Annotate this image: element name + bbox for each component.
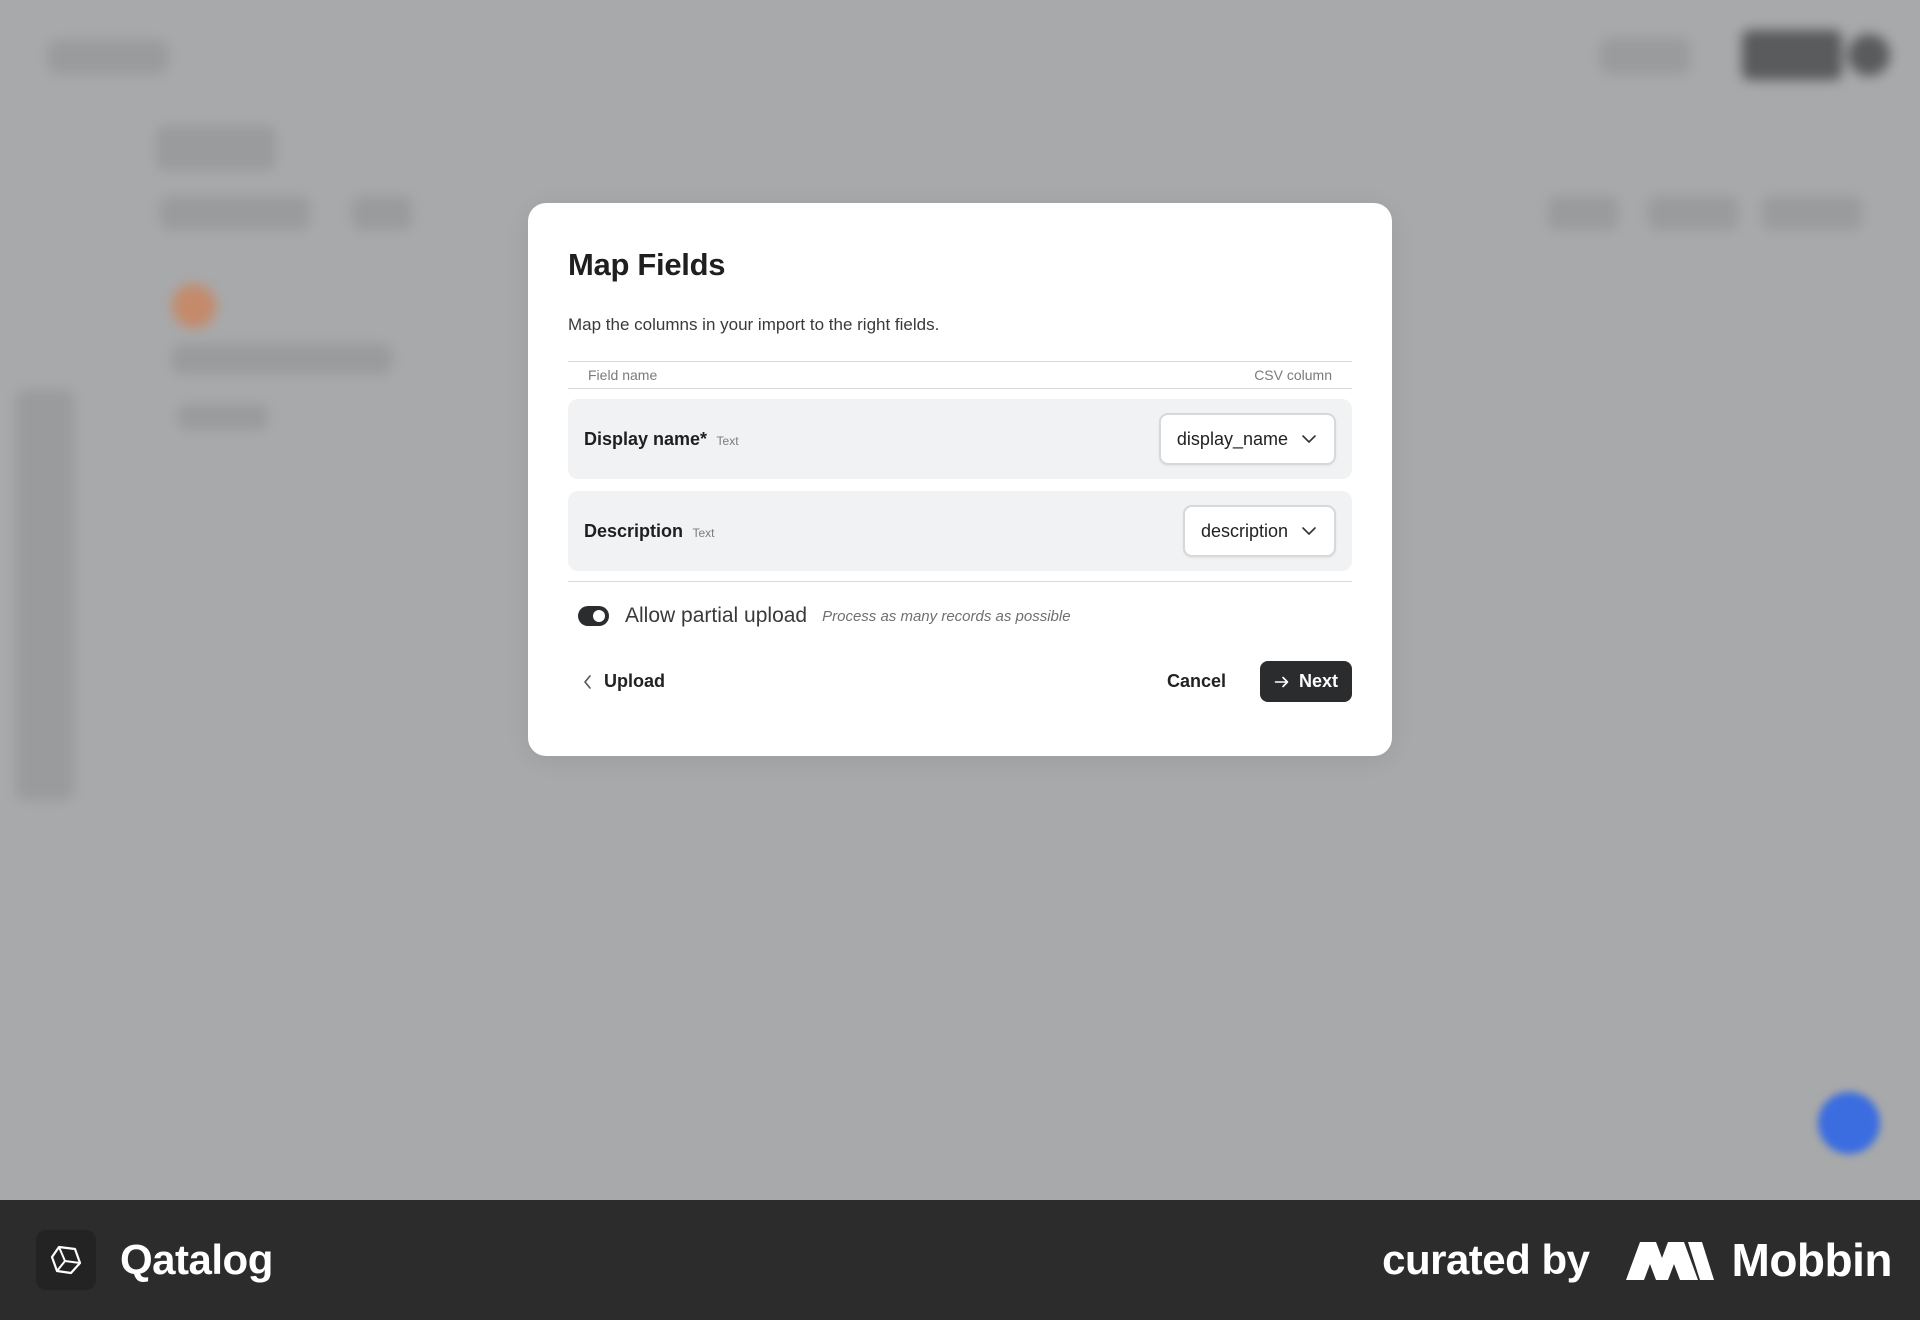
dialog-title: Map Fields	[568, 247, 726, 282]
chevron-down-icon	[1302, 527, 1316, 535]
divider	[568, 581, 1352, 582]
bg-page-title	[156, 126, 276, 170]
bg-top-button	[1600, 38, 1690, 74]
cancel-button[interactable]: Cancel	[1167, 671, 1226, 692]
mapping-table-header: Field name CSV column	[568, 361, 1352, 389]
field-label: Display name* Text	[584, 429, 739, 450]
bg-action-3	[1762, 196, 1862, 230]
field-type: Text	[692, 525, 715, 540]
help-fab	[1818, 1092, 1880, 1154]
curated-by-text: curated by	[1382, 1236, 1590, 1283]
dialog-footer: Upload Cancel Next	[568, 661, 1352, 702]
field-row-display-name: Display name* Text display_name	[568, 399, 1352, 479]
bg-card-meta	[178, 404, 268, 430]
csv-column-header: CSV column	[1254, 367, 1332, 383]
csv-column-select[interactable]: display_name	[1158, 413, 1336, 465]
select-value: description	[1200, 520, 1288, 541]
bg-logo	[48, 40, 168, 74]
field-name-header: Field name	[588, 367, 658, 383]
field-row-description: Description Text description	[568, 491, 1352, 571]
field-type: Text	[716, 433, 739, 448]
app-name: Qatalog	[120, 1236, 273, 1283]
chevron-down-icon	[1302, 435, 1316, 443]
footer-actions: Cancel Next	[1167, 661, 1352, 702]
bg-sidebar	[16, 390, 74, 800]
app-brand: Qatalog	[36, 1230, 273, 1290]
field-name: Description	[584, 520, 684, 541]
bg-card-icon	[172, 284, 216, 328]
mobbin-brand: Mobbin	[1625, 1233, 1893, 1287]
bg-action-1	[1548, 196, 1618, 230]
bg-card-title	[172, 344, 392, 374]
partial-upload-label: Allow partial upload	[625, 604, 808, 627]
bg-top-dark-button	[1742, 30, 1842, 80]
csv-column-select[interactable]: description	[1182, 505, 1336, 557]
dialog-subtitle: Map the columns in your import to the ri…	[568, 315, 940, 334]
chevron-left-icon	[584, 674, 591, 689]
map-fields-dialog: Map Fields Map the columns in your impor…	[528, 203, 1392, 756]
next-button[interactable]: Next	[1259, 661, 1352, 702]
qatalog-logo-icon	[36, 1230, 96, 1290]
arrow-right-icon	[1274, 676, 1289, 687]
next-label: Next	[1298, 671, 1338, 691]
field-label: Description Text	[584, 521, 715, 542]
bg-action-2	[1648, 196, 1738, 230]
bg-filter-2	[352, 196, 412, 230]
curator-name: Mobbin	[1731, 1234, 1893, 1286]
bg-filter	[160, 196, 310, 230]
bg-avatar	[1848, 34, 1890, 76]
partial-upload-toggle[interactable]	[578, 606, 609, 626]
attribution-bar: Qatalog curated by Mobbin	[0, 1200, 1920, 1320]
partial-upload-row: Allow partial upload Process as many rec…	[568, 604, 1352, 628]
partial-upload-hint: Process as many records as possible	[822, 607, 1071, 625]
back-label: Upload	[604, 671, 665, 691]
back-to-upload-button[interactable]: Upload	[568, 671, 665, 692]
field-name: Display name*	[584, 428, 708, 449]
select-value: display_name	[1176, 428, 1288, 449]
mobbin-logo-icon	[1625, 1242, 1714, 1280]
curated-by: curated by Mobbin	[1382, 1233, 1892, 1287]
